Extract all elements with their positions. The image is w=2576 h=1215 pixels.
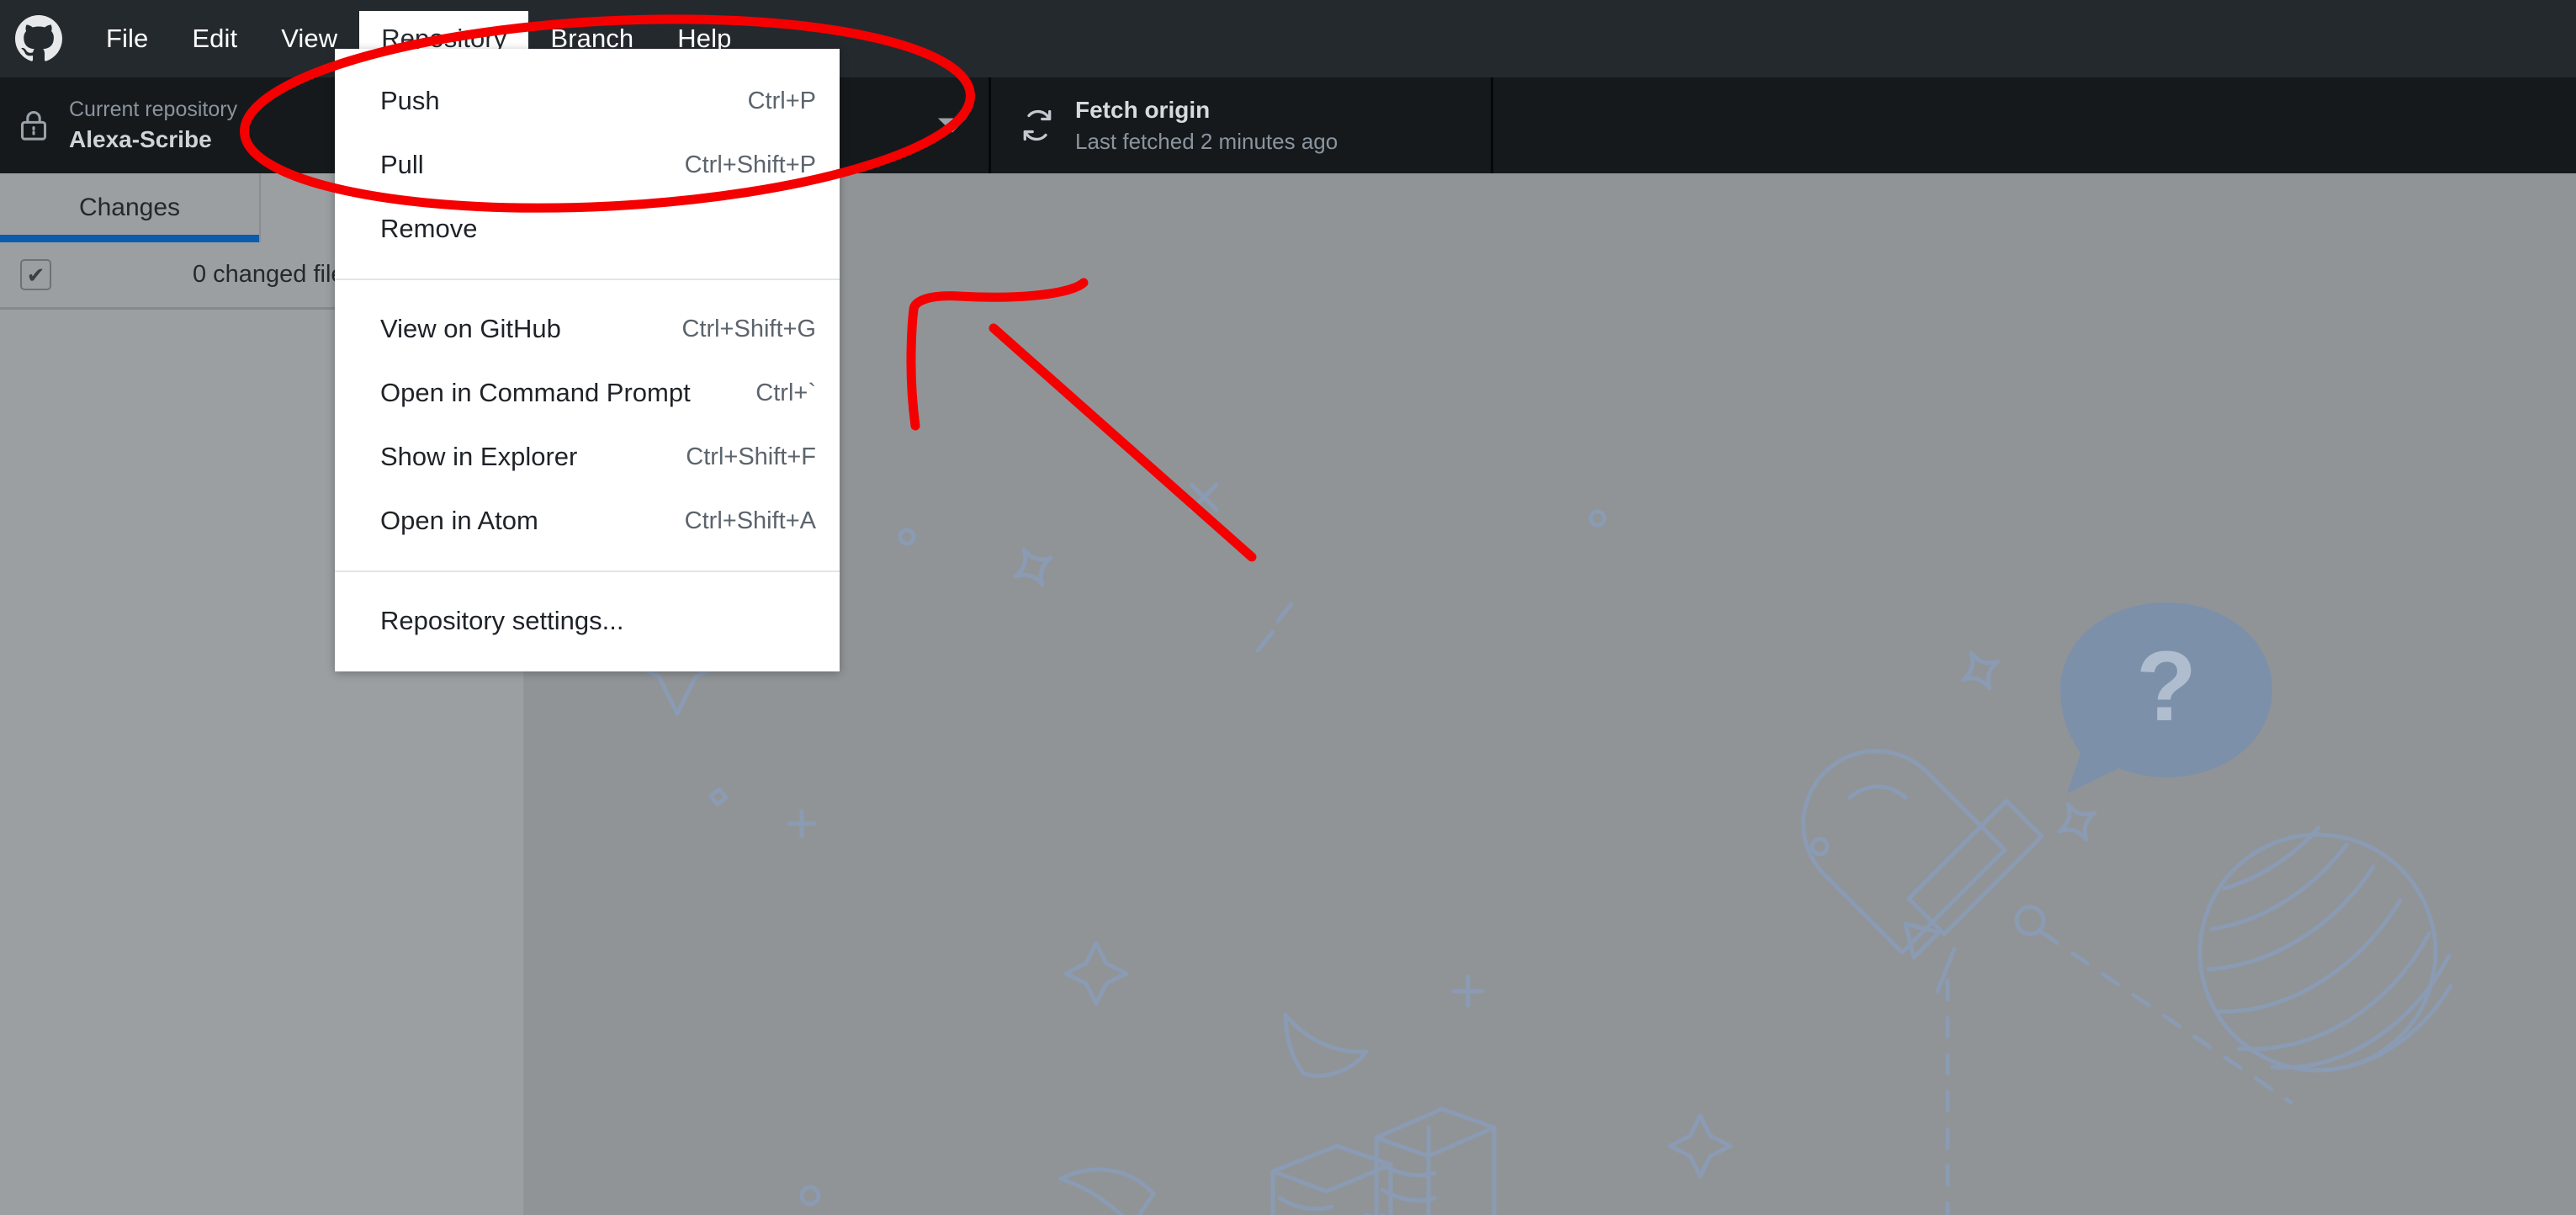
- menu-option-label: Open in Atom: [380, 506, 538, 535]
- current-repository-label: Current repository: [69, 98, 238, 122]
- menu-option-label: Open in Command Prompt: [380, 378, 691, 407]
- menu-option-repository-settings[interactable]: Repository settings...: [335, 589, 840, 653]
- menu-option-shortcut: Ctrl+Shift+G: [681, 315, 816, 342]
- github-mark-icon[interactable]: [15, 15, 62, 62]
- toolbar-divider-2: [1491, 77, 1493, 173]
- svg-text:?: ?: [2136, 631, 2197, 742]
- menu-option-shortcut: Ctrl+Shift+A: [684, 507, 816, 534]
- fetch-origin-title: Fetch origin: [1075, 97, 1211, 124]
- menu-option-push[interactable]: Push Ctrl+P: [335, 69, 840, 133]
- menu-item-file[interactable]: File: [84, 0, 170, 77]
- menu-option-shortcut: Ctrl+Shift+F: [686, 443, 816, 470]
- menu-separator: [335, 279, 840, 280]
- menu-option-label: Repository settings...: [380, 606, 624, 635]
- menu-option-shortcut: Ctrl+Shift+P: [684, 151, 816, 178]
- menu-option-pull[interactable]: Pull Ctrl+Shift+P: [335, 133, 840, 197]
- fetch-origin-subtitle: Last fetched 2 minutes ago: [1075, 128, 1338, 154]
- repository-text: Current repository Alexa-Scribe: [69, 97, 237, 154]
- menu-item-edit[interactable]: Edit: [170, 0, 259, 77]
- menu-option-view-on-github[interactable]: View on GitHub Ctrl+Shift+G: [335, 297, 840, 361]
- menu-option-remove[interactable]: Remove: [335, 197, 840, 261]
- repository-name: Alexa-Scribe: [69, 125, 212, 152]
- sync-icon: [1020, 108, 1055, 143]
- menu-option-label: Push: [380, 86, 440, 115]
- repository-menu-dropdown[interactable]: Push Ctrl+P Pull Ctrl+Shift+P Remove Vie…: [335, 49, 840, 671]
- tab-changes[interactable]: Changes: [0, 173, 261, 242]
- menu-option-show-in-explorer[interactable]: Show in Explorer Ctrl+Shift+F: [335, 425, 840, 489]
- menu-option-label: Pull: [380, 150, 424, 179]
- menu-option-label: Remove: [380, 214, 478, 243]
- menu-separator: [335, 570, 840, 572]
- menu-option-open-in-command-prompt[interactable]: Open in Command Prompt Ctrl+`: [335, 361, 840, 425]
- menu-option-shortcut: Ctrl+P: [747, 87, 816, 114]
- menu-option-label: View on GitHub: [380, 314, 561, 343]
- menu-option-open-in-atom[interactable]: Open in Atom Ctrl+Shift+A: [335, 489, 840, 553]
- select-all-checkbox[interactable]: ✔: [20, 259, 51, 290]
- chevron-down-icon[interactable]: [938, 118, 967, 133]
- fetch-origin-button[interactable]: Fetch origin Last fetched 2 minutes ago: [991, 77, 1491, 173]
- lock-icon: [17, 109, 50, 142]
- fetch-text: Fetch origin Last fetched 2 minutes ago: [1075, 96, 1338, 155]
- menu-option-label: Show in Explorer: [380, 442, 578, 471]
- menu-option-shortcut: Ctrl+`: [755, 379, 816, 406]
